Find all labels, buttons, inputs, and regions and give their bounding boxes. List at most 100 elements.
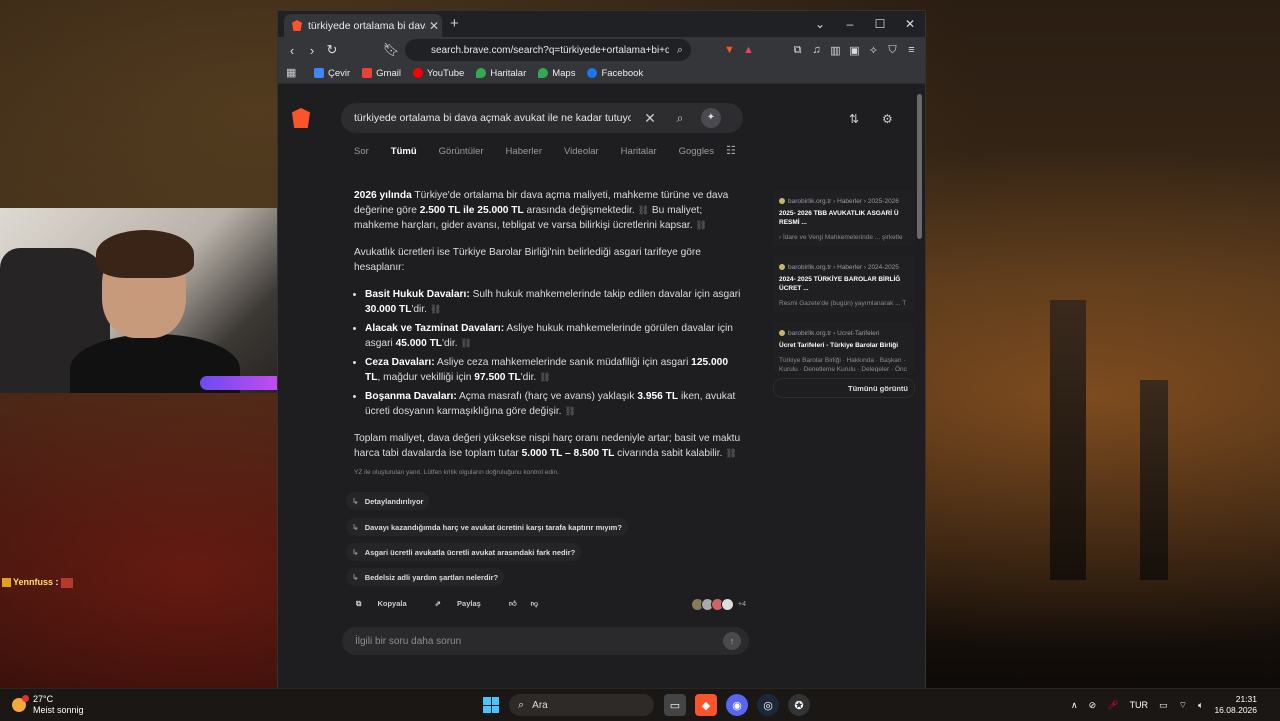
source-card[interactable]: barobirlik.org.tr › Haberler › 2025-2026… bbox=[773, 190, 915, 246]
wifi-icon[interactable]: ⌔ bbox=[1179, 700, 1187, 711]
sort-icon[interactable]: ⇅ bbox=[849, 112, 859, 126]
list-text: 'dir. bbox=[442, 338, 458, 349]
page-scrollbar[interactable] bbox=[915, 84, 925, 689]
task-view-icon[interactable]: ▭ bbox=[664, 694, 686, 716]
steam-icon[interactable]: ◎ bbox=[757, 694, 779, 716]
source-breadcrumb: barobirlik.org.tr › Haberler › 2025-2026 bbox=[779, 198, 915, 205]
notification-dot bbox=[22, 695, 29, 702]
forward-icon[interactable]: › bbox=[302, 43, 322, 58]
display-icon[interactable]: ▭ bbox=[1159, 700, 1168, 711]
vpn-icon[interactable]: ⛉ bbox=[883, 44, 902, 57]
input-language[interactable]: TUR bbox=[1130, 700, 1149, 710]
ask-ai-icon[interactable]: ✦ bbox=[701, 108, 721, 128]
see-all-button[interactable]: Tümünü görüntü bbox=[773, 378, 915, 398]
source-card[interactable]: barobirlik.org.tr › Ucret-Tarifeleri Ücr… bbox=[773, 322, 915, 372]
bookmark-label: YouTube bbox=[426, 67, 465, 79]
media-icon[interactable]: ♫ bbox=[807, 44, 826, 56]
bookmark-item[interactable]: YouTube bbox=[412, 67, 465, 79]
followup-chip[interactable]: ↳ Asgari ücretli avukatla ücretli avukat … bbox=[346, 543, 582, 561]
tray-chevron-icon[interactable]: ∧ bbox=[1071, 700, 1078, 711]
followup-label: Bedelsiz adli yardım şartları nelerdir? bbox=[364, 572, 499, 582]
citation-link-icon[interactable]: ⛓ bbox=[638, 205, 649, 215]
apps-grid-icon[interactable]: ▦ bbox=[286, 67, 298, 79]
send-arrow-icon[interactable]: ↑ bbox=[723, 632, 741, 650]
list-text: Açma masrafı (harç ve avans) yaklaşık bbox=[456, 391, 638, 402]
followup-input[interactable]: İlgili bir soru daha sorun ↑ bbox=[342, 627, 749, 655]
tab-sor[interactable]: Sor bbox=[354, 146, 369, 157]
citation-link-icon[interactable]: ⛓ bbox=[460, 338, 471, 348]
source-card[interactable]: barobirlik.org.tr › Haberler › 2024-2025… bbox=[773, 256, 915, 312]
brave-logo-icon[interactable] bbox=[292, 108, 310, 128]
citation-link-icon[interactable]: ⛓ bbox=[430, 304, 441, 314]
maximize-button[interactable]: ☐ bbox=[865, 11, 895, 37]
close-button[interactable]: ✕ bbox=[895, 11, 925, 37]
share-button[interactable]: ⇗ Paylaş bbox=[435, 599, 495, 609]
clock[interactable]: 21:31 16.08.2026 bbox=[1214, 694, 1268, 716]
ai-disclaimer: YZ ile oluşturulan yanıt. Lütfen kritik … bbox=[354, 469, 559, 476]
tab-search-button[interactable]: ⌄ bbox=[805, 11, 835, 37]
brave-shields-icon[interactable]: ▼ bbox=[720, 44, 739, 56]
tab-haberler[interactable]: Haberler bbox=[506, 146, 542, 157]
citation-link-icon[interactable]: ⛓ bbox=[725, 448, 736, 458]
reload-icon[interactable]: ↻ bbox=[322, 42, 342, 58]
thumbs-up-icon[interactable]: 👍︎ bbox=[509, 599, 517, 609]
bookmark-item[interactable]: Maps bbox=[538, 68, 575, 79]
microphone-icon[interactable]: 🎤︎ bbox=[1107, 700, 1118, 711]
scrollbar-thumb[interactable] bbox=[917, 94, 922, 239]
answer-paragraph: Toplam maliyet, dava değeri yüksekse nis… bbox=[354, 431, 746, 461]
followup-chip[interactable]: ↳ Davayı kazandığımda harç ve avukat ücre… bbox=[346, 518, 628, 536]
bookmark-icon[interactable]: 🔖︎ bbox=[381, 42, 401, 58]
address-bar[interactable]: search.brave.com/search?q=türkiyede+orta… bbox=[405, 39, 691, 61]
citation-link-icon[interactable]: ⛓ bbox=[695, 220, 706, 230]
filters-icon[interactable]: ☷ bbox=[726, 144, 736, 157]
leo-ai-icon[interactable]: ✧ bbox=[864, 44, 883, 57]
discord-icon[interactable]: ◉ bbox=[726, 694, 748, 716]
weather-widget[interactable]: 27°C Meist sonnig bbox=[12, 694, 84, 716]
new-tab-button[interactable]: + bbox=[450, 15, 459, 32]
followup-chip[interactable]: ↳ Detaylandırılıyor bbox=[346, 492, 430, 510]
windows-start-icon[interactable] bbox=[483, 697, 499, 713]
search-icon[interactable]: ⌕ bbox=[665, 111, 695, 126]
tab-close-icon[interactable]: ✕ bbox=[426, 19, 442, 33]
copy-button[interactable]: ⧉ Kopyala bbox=[356, 599, 421, 609]
bookmark-item[interactable]: Haritalar bbox=[476, 68, 526, 79]
bookmark-label: Gmail bbox=[376, 67, 401, 79]
tab-goggles[interactable]: Goggles bbox=[679, 146, 714, 157]
source-avatars[interactable]: +4 bbox=[691, 598, 746, 611]
network-icon[interactable]: ⊘ bbox=[1089, 700, 1097, 711]
citation-link-icon[interactable]: ⛓ bbox=[539, 372, 550, 382]
settings-gear-icon[interactable]: ⚙ bbox=[882, 112, 893, 126]
search-query-text[interactable]: türkiyede ortalama bi dava açmak avukat … bbox=[354, 112, 631, 124]
tab-videolar[interactable]: Videolar bbox=[564, 146, 599, 157]
menu-icon[interactable]: ≡ bbox=[902, 44, 921, 56]
list-term: Alacak ve Tazminat Davaları: bbox=[365, 323, 505, 334]
followup-chip[interactable]: ↳ Bedelsiz adli yardım şartları nelerdir? bbox=[346, 568, 505, 586]
sidebar-icon[interactable]: ▥ bbox=[826, 44, 845, 57]
thumbs-down-icon[interactable]: 👎︎ bbox=[531, 599, 539, 609]
brave-taskbar-icon[interactable]: ◆ bbox=[695, 694, 717, 716]
minimize-button[interactable]: – bbox=[835, 11, 865, 37]
wallet-icon[interactable]: ▣ bbox=[845, 44, 864, 57]
app-icon[interactable]: ✪ bbox=[788, 694, 810, 716]
browser-tab[interactable]: türkiyede ortalama bi dava açmak avukat … bbox=[284, 14, 442, 37]
sun-icon bbox=[12, 695, 29, 712]
zoom-icon[interactable]: ⌕ bbox=[677, 44, 683, 57]
taskbar-search[interactable]: ⌕ Ara bbox=[509, 694, 654, 716]
extensions-icon[interactable]: ⧉ bbox=[788, 44, 807, 57]
brave-rewards-icon[interactable]: ▲ bbox=[739, 44, 758, 56]
tab-goruntuler[interactable]: Görüntüler bbox=[439, 146, 484, 157]
source-breadcrumb: barobirlik.org.tr › Haberler › 2024-2025 bbox=[779, 264, 915, 271]
bookmark-item[interactable]: Çevir bbox=[314, 68, 350, 79]
search-box[interactable]: türkiyede ortalama bi dava açmak avukat … bbox=[341, 103, 743, 133]
followup-label: Davayı kazandığımda harç ve avukat ücret… bbox=[364, 522, 622, 532]
tab-haritalar[interactable]: Haritalar bbox=[621, 146, 657, 157]
bookmark-item[interactable]: Gmail bbox=[362, 68, 401, 79]
bookmarks-bar: ▦ Çevir Gmail YouTube Haritalar Maps Fac… bbox=[278, 63, 925, 84]
back-icon[interactable]: ‹ bbox=[282, 43, 302, 58]
tab-tumu[interactable]: Tümü bbox=[391, 146, 417, 157]
citation-link-icon[interactable]: ⛓ bbox=[564, 406, 575, 416]
clear-icon[interactable]: ✕ bbox=[635, 110, 665, 127]
volume-icon[interactable]: 🔈︎ bbox=[1198, 700, 1203, 711]
bookmark-item[interactable]: Facebook bbox=[587, 68, 643, 79]
answer-text: civarında sabit kalabilir. bbox=[614, 448, 723, 459]
